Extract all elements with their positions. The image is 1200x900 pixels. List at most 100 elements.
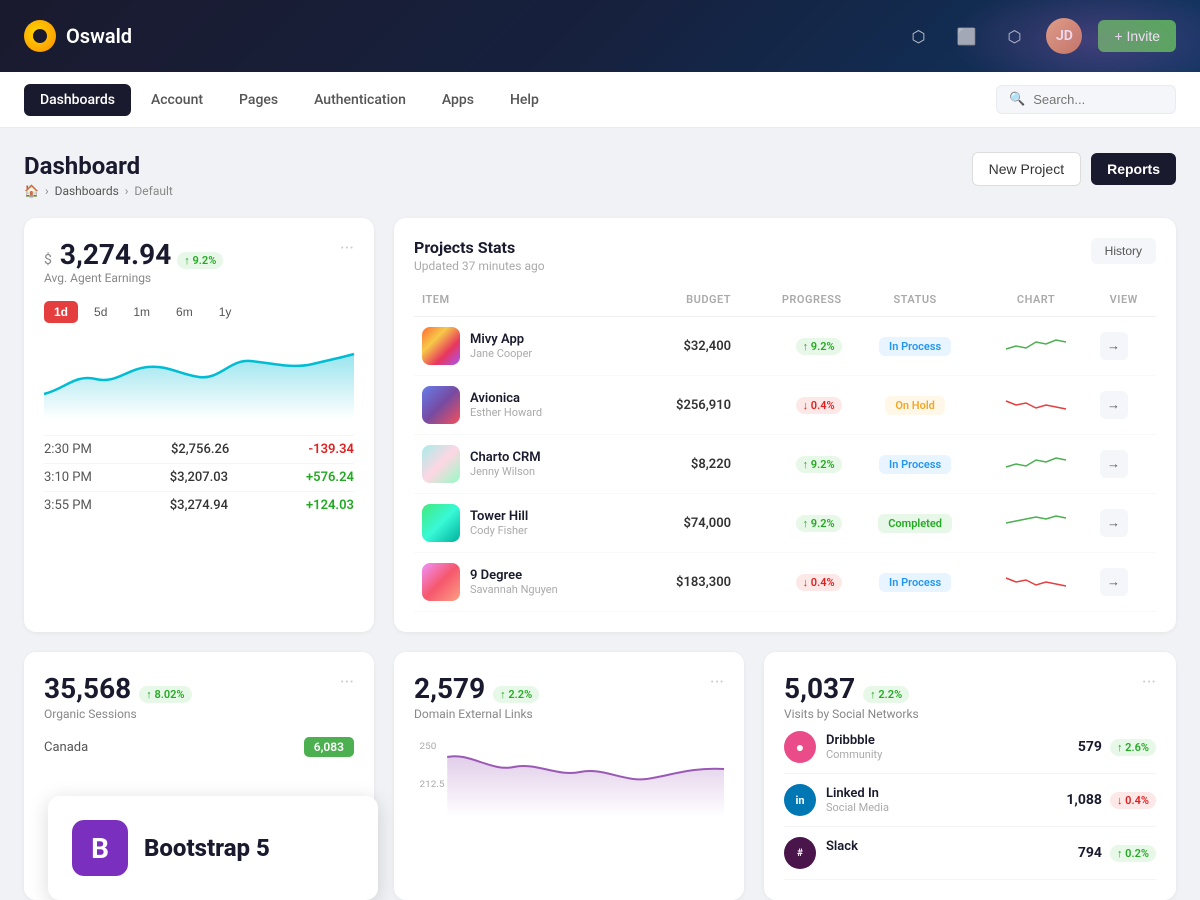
- page-title-block: Dashboard 🏠 › Dashboards › Default: [24, 152, 173, 198]
- domain-badge: ↑ 2.2%: [493, 686, 539, 703]
- col-budget: BUDGET: [635, 289, 739, 317]
- projects-title: Projects Stats: [414, 238, 545, 257]
- table-row: 9 Degree Savannah Nguyen $183,300 ↓ 0.4%…: [414, 553, 1156, 612]
- nav-item-apps[interactable]: Apps: [426, 84, 490, 116]
- status-badge: In Process: [879, 455, 951, 474]
- logo-inner: [33, 29, 47, 43]
- time-filter-6m[interactable]: 6m: [166, 301, 203, 323]
- page-title: Dashboard: [24, 152, 173, 180]
- earnings-card: $ 3,274.94 ↑ 9.2% Avg. Agent Earnings ··…: [24, 218, 374, 632]
- search-icon: 🔍: [1009, 92, 1025, 107]
- project-thumb-9degree: [422, 563, 460, 601]
- time-filter-1d[interactable]: 1d: [44, 301, 78, 323]
- col-view: VIEW: [1092, 289, 1157, 317]
- app-title: Oswald: [66, 24, 132, 48]
- status-badge: Completed: [878, 514, 952, 533]
- earnings-amount: 3,274.94: [60, 238, 171, 271]
- earnings-amount-row: $ 3,274.94 ↑ 9.2%: [44, 238, 223, 271]
- view-arrow[interactable]: →: [1100, 509, 1128, 537]
- time-filter-5d[interactable]: 5d: [84, 301, 117, 323]
- breadcrumb: 🏠 › Dashboards › Default: [24, 184, 173, 198]
- table-row: Mivy App Jane Cooper $32,400 ↑ 9.2% In P…: [414, 317, 1156, 376]
- nav-item-help[interactable]: Help: [494, 84, 555, 116]
- domain-card: 2,579 ↑ 2.2% Domain External Links ···: [394, 652, 744, 900]
- stat-header: 35,568 ↑ 8.02% Organic Sessions ···: [44, 672, 354, 721]
- history-button[interactable]: History: [1091, 238, 1156, 264]
- svg-text:212.5: 212.5: [420, 779, 445, 789]
- breadcrumb-default: Default: [134, 184, 172, 198]
- mini-chart-red: [1006, 570, 1066, 590]
- project-item: 9 Degree Savannah Nguyen: [422, 563, 627, 601]
- earnings-badge: ↑ 9.2%: [177, 252, 223, 269]
- project-item: Avionica Esther Howard: [422, 386, 627, 424]
- more-icon[interactable]: ···: [340, 238, 354, 259]
- projects-header: Projects Stats Updated 37 minutes ago Hi…: [414, 238, 1156, 273]
- nav-item-dashboards[interactable]: Dashboards: [24, 84, 131, 116]
- earnings-row-2: 3:10 PM $3,207.03 +576.24: [44, 463, 354, 491]
- earnings-amount-block: $ 3,274.94 ↑ 9.2% Avg. Agent Earnings: [44, 238, 223, 297]
- page-header-actions: New Project Reports: [972, 152, 1176, 186]
- stat-header: 5,037 ↑ 2.2% Visits by Social Networks ·…: [784, 672, 1156, 721]
- linkedin-icon: in: [784, 784, 816, 816]
- stat-header: 2,579 ↑ 2.2% Domain External Links ···: [414, 672, 724, 721]
- time-filter-1m[interactable]: 1m: [123, 301, 160, 323]
- mask-icon[interactable]: ⬡: [902, 20, 934, 52]
- logo-icon[interactable]: [24, 20, 56, 52]
- domain-chart: 250 212.5: [414, 737, 724, 821]
- topbar-actions: ⬡ ⬜ ⬡ JD + Invite: [902, 18, 1176, 54]
- reports-button[interactable]: Reports: [1091, 153, 1176, 185]
- social-label: Visits by Social Networks: [784, 707, 919, 721]
- more-icon[interactable]: ···: [710, 672, 724, 693]
- new-project-button[interactable]: New Project: [972, 152, 1081, 186]
- table-row: Avionica Esther Howard $256,910 ↓ 0.4% O…: [414, 376, 1156, 435]
- search-input[interactable]: [1033, 92, 1163, 107]
- organic-amount: 35,568: [44, 672, 131, 705]
- col-item: ITEM: [414, 289, 635, 317]
- earnings-header: $ 3,274.94 ↑ 9.2% Avg. Agent Earnings ··…: [44, 238, 354, 297]
- breadcrumb-dashboards[interactable]: Dashboards: [55, 184, 119, 198]
- mini-chart-green: [1006, 511, 1066, 531]
- more-icon[interactable]: ···: [1142, 672, 1156, 693]
- projects-card: Projects Stats Updated 37 minutes ago Hi…: [394, 218, 1176, 632]
- search-bar: 🔍: [996, 85, 1176, 114]
- table-row: Charto CRM Jenny Wilson $8,220 ↑ 9.2% In…: [414, 435, 1156, 494]
- invite-button[interactable]: + Invite: [1098, 20, 1176, 52]
- nav-item-pages[interactable]: Pages: [223, 84, 294, 116]
- view-arrow[interactable]: →: [1100, 568, 1128, 596]
- col-status: STATUS: [850, 289, 981, 317]
- table-row: Tower Hill Cody Fisher $74,000 ↑ 9.2% Co…: [414, 494, 1156, 553]
- domain-label: Domain External Links: [414, 707, 539, 721]
- view-arrow[interactable]: →: [1100, 450, 1128, 478]
- projects-table: ITEM BUDGET PROGRESS STATUS CHART VIEW: [414, 289, 1156, 612]
- monitor-icon[interactable]: ⬜: [950, 20, 982, 52]
- social-row-linkedin: in Linked In Social Media 1,088 ↓ 0.4%: [784, 774, 1156, 827]
- view-arrow[interactable]: →: [1100, 391, 1128, 419]
- svg-text:250: 250: [420, 741, 437, 751]
- organic-badge: ↑ 8.02%: [139, 686, 191, 703]
- domain-amount: 2,579: [414, 672, 485, 705]
- earnings-chart: [44, 339, 354, 419]
- nav-item-account[interactable]: Account: [135, 84, 219, 116]
- canada-row: Canada 6,083: [44, 737, 354, 757]
- main-nav: Dashboards Account Pages Authentication …: [0, 72, 1200, 128]
- bootstrap-icon: B: [72, 820, 128, 876]
- time-filter-1y[interactable]: 1y: [209, 301, 242, 323]
- project-thumb-tower: [422, 504, 460, 542]
- mini-chart-green: [1006, 452, 1066, 472]
- canada-value: 6,083: [304, 737, 354, 757]
- nav-item-authentication[interactable]: Authentication: [298, 84, 422, 116]
- social-row-dribbble: ● Dribbble Community 579 ↑ 2.6%: [784, 721, 1156, 774]
- share-icon[interactable]: ⬡: [998, 20, 1030, 52]
- earnings-row-1: 2:30 PM $2,756.26 -139.34: [44, 435, 354, 463]
- social-card: 5,037 ↑ 2.2% Visits by Social Networks ·…: [764, 652, 1176, 900]
- col-chart: CHART: [981, 289, 1092, 317]
- avatar[interactable]: JD: [1046, 18, 1082, 54]
- project-thumb-mivy: [422, 327, 460, 365]
- more-icon[interactable]: ···: [340, 672, 354, 693]
- projects-title-block: Projects Stats Updated 37 minutes ago: [414, 238, 545, 273]
- project-thumb-avionica: [422, 386, 460, 424]
- earnings-currency: $: [44, 252, 52, 268]
- bottom-row: 35,568 ↑ 8.02% Organic Sessions ··· Cana…: [24, 652, 1176, 900]
- cards-row: $ 3,274.94 ↑ 9.2% Avg. Agent Earnings ··…: [24, 218, 1176, 632]
- view-arrow[interactable]: →: [1100, 332, 1128, 360]
